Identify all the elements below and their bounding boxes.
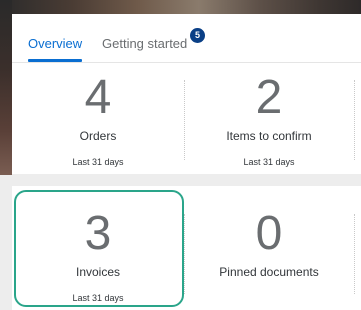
tile-pinned-documents[interactable]: 0 Pinned documents <box>184 208 354 280</box>
tile-items-to-confirm-value: 2 <box>255 71 283 124</box>
tile-items-to-confirm-label: Items to confirm <box>226 129 312 143</box>
tab-overview[interactable]: Overview <box>28 26 83 62</box>
tab-getting-started-label: Getting started <box>102 36 188 51</box>
tile-items-to-confirm[interactable]: 2 Items to confirm Last 31 days <box>184 72 354 168</box>
tile-items-to-confirm-sub: Last 31 days <box>243 157 295 167</box>
notification-badge: 5 <box>190 28 205 43</box>
invoices-highlight-frame <box>14 190 184 307</box>
tile-orders[interactable]: 4 Orders Last 31 days <box>12 72 184 168</box>
stage: Overview Getting started 5 4 Orders Last… <box>0 0 361 310</box>
tab-overview-label: Overview <box>28 36 83 51</box>
tile-divider-right <box>354 214 355 294</box>
tab-getting-started[interactable]: Getting started <box>102 26 187 62</box>
tile-pinned-documents-label: Pinned documents <box>219 265 319 279</box>
tab-bar: Overview Getting started 5 <box>24 26 354 62</box>
tile-pinned-documents-value: 0 <box>255 207 283 260</box>
tile-divider-right <box>354 80 355 160</box>
background-photo-left <box>0 0 12 175</box>
tile-orders-label: Orders <box>79 129 117 143</box>
tile-orders-value: 4 <box>84 71 112 124</box>
tile-orders-sub: Last 31 days <box>72 157 124 167</box>
overview-card: Overview Getting started 5 4 Orders Last… <box>12 14 361 174</box>
tab-divider <box>12 62 361 63</box>
